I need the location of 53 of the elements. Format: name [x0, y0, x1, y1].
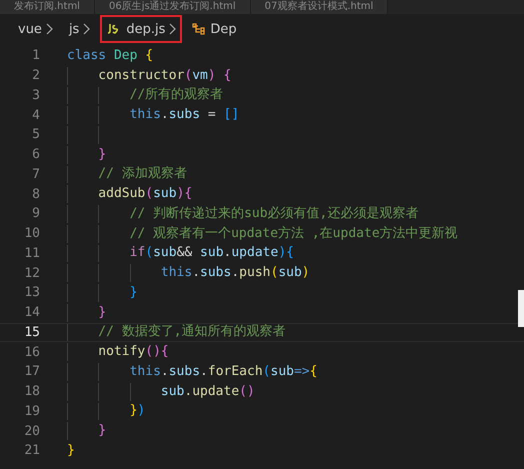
chevron-icon	[169, 23, 176, 35]
code-line: this.subs = []	[130, 106, 240, 124]
code-line: this.subs.forEach(sub=>{	[130, 362, 318, 381]
line-number: 8	[31, 186, 40, 202]
line-number: 18	[23, 384, 40, 400]
chevron-icon	[83, 23, 90, 35]
line-number: 21	[23, 443, 40, 458]
code-line: // 数据变了,通知所有的观察者	[98, 323, 286, 342]
breadcrumb-item[interactable]: Dep	[210, 22, 237, 36]
breadcrumb-item[interactable]: vue	[18, 22, 42, 36]
line-number: 11	[23, 246, 40, 261]
line-number: 3	[31, 88, 40, 103]
line-number: 20	[23, 424, 40, 439]
line-number: 16	[23, 344, 40, 360]
line-number: 7	[31, 166, 40, 182]
line-number: 4	[31, 108, 40, 123]
editor-tab[interactable]: 发布订阅.html	[0, 0, 95, 14]
editor-tab[interactable]: 06原生js通过发布订阅.html	[94, 0, 251, 14]
line-number: 12	[23, 266, 40, 281]
code-line: notify(){	[98, 343, 169, 362]
line-number: 13	[23, 285, 40, 300]
code-line: class Dep {	[67, 46, 154, 65]
code-line: // 判断传递过来的sub必须有值,还必须是观察者	[130, 204, 418, 223]
line-number: 15	[23, 324, 40, 340]
scrollbar-thumb[interactable]	[518, 290, 524, 327]
code-line: // 添加观察者	[98, 165, 187, 184]
code-line: sub.update()	[160, 382, 255, 401]
code-line: addSub(sub){	[98, 185, 192, 204]
code-line: //所有的观察者	[130, 86, 224, 104]
line-number: 14	[23, 305, 40, 320]
breadcrumb-item[interactable]: js	[68, 22, 80, 36]
code-line: }	[98, 146, 106, 164]
code-line: // 观察者有一个update方法 ,在update方法中更新视	[130, 224, 458, 243]
code-line: }	[130, 284, 138, 302]
code-line: constructor(vm) {	[98, 66, 232, 85]
breadcrumb-item[interactable]: dep.js	[126, 22, 166, 36]
code-line: }	[98, 304, 106, 322]
editor-tab[interactable]: 07观察者设计模式.html	[250, 0, 388, 14]
code-line: }	[98, 422, 106, 440]
line-number: 9	[31, 206, 40, 222]
line-number: 10	[23, 226, 40, 242]
code-line: this.subs.push(sub)	[160, 264, 310, 282]
chevron-icon	[46, 23, 53, 35]
code-line: if(sub&& sub.update){	[130, 244, 294, 262]
line-number: 19	[23, 404, 40, 419]
line-number: 5	[31, 127, 40, 142]
class-symbol-icon	[192, 22, 206, 36]
code-line: }	[67, 442, 75, 460]
line-number: 1	[31, 48, 40, 64]
line-number: 17	[23, 364, 40, 380]
line-number: 6	[31, 147, 40, 162]
code-line: })	[130, 402, 146, 420]
line-number: 2	[31, 68, 40, 84]
